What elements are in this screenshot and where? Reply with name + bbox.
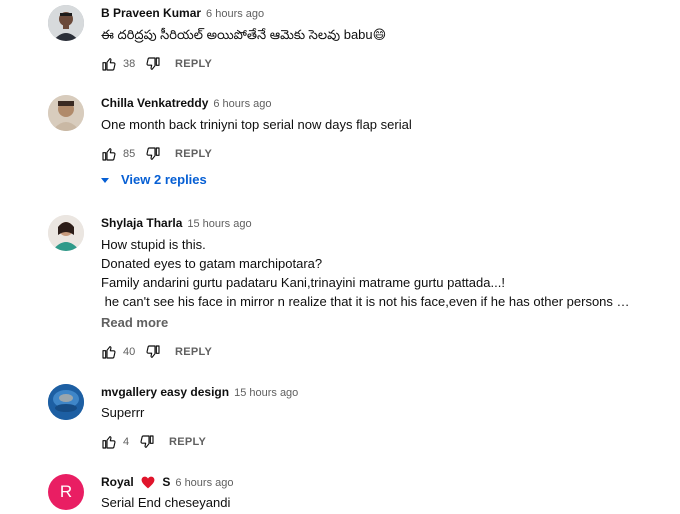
comment-text: Superrr: [101, 405, 145, 420]
dislike-icon[interactable]: [139, 434, 155, 450]
like-icon[interactable]: [101, 434, 117, 450]
avatar-photo-icon: [48, 215, 84, 251]
like-count: 4: [123, 436, 130, 448]
grin-emoji-icon: 😄: [372, 27, 387, 42]
comment-author[interactable]: Shylaja Tharla: [101, 216, 182, 230]
comment-author[interactable]: mvgallery easy design: [101, 385, 229, 399]
comment-time[interactable]: 6 hours ago: [206, 8, 264, 20]
comment-author[interactable]: Chilla Venkatreddy: [101, 96, 208, 110]
avatar[interactable]: R: [48, 474, 84, 510]
author-first-name: Royal: [101, 475, 134, 489]
comment-time[interactable]: 6 hours ago: [213, 98, 271, 110]
comment-time[interactable]: 6 hours ago: [175, 477, 233, 489]
heart-icon: [141, 476, 155, 489]
dislike-icon[interactable]: [145, 56, 161, 72]
caret-down-icon: [101, 177, 109, 183]
like-icon[interactable]: [101, 344, 117, 360]
avatar[interactable]: [48, 215, 84, 251]
like-icon[interactable]: [101, 56, 117, 72]
dislike-icon[interactable]: [145, 344, 161, 360]
comment-author[interactable]: B Praveen Kumar: [101, 6, 201, 20]
avatar-photo-icon: [48, 5, 84, 41]
dislike-icon[interactable]: [145, 146, 161, 162]
reply-button[interactable]: REPLY: [175, 148, 212, 160]
avatar-logo-icon: [48, 384, 84, 420]
comment-text-line: Donated eyes to gatam marchipotara?: [101, 256, 323, 271]
like-count: 40: [123, 346, 136, 358]
comment-text: One month back triniyni top serial now d…: [101, 117, 412, 132]
avatar-letter: R: [59, 482, 73, 501]
comment-text-line: he can't see his face in mirror n realiz…: [101, 294, 630, 309]
like-icon[interactable]: [101, 146, 117, 162]
comment-time[interactable]: 15 hours ago: [187, 218, 251, 230]
reply-button[interactable]: REPLY: [175, 346, 212, 358]
avatar-photo-icon: [48, 95, 84, 131]
comment-author[interactable]: Royal S: [101, 475, 170, 489]
comment-text: Serial End cheseyandi: [101, 495, 231, 510]
comment-text-line: How stupid is this.: [101, 237, 206, 252]
avatar[interactable]: [48, 95, 84, 131]
author-last-name: S: [162, 475, 171, 489]
avatar[interactable]: [48, 384, 84, 420]
comment-text-line: Family andarini gurtu padataru Kani,trin…: [101, 275, 505, 290]
avatar[interactable]: [48, 5, 84, 41]
view-replies-label: View 2 replies: [121, 172, 207, 187]
view-replies-button[interactable]: View 2 replies: [99, 172, 207, 187]
comment-text-body: ఈ దరిద్రపు సీరియల్ అయిపోతేనే ఆమెకు సెలవు…: [101, 27, 373, 42]
read-more-button[interactable]: Read more: [101, 315, 168, 330]
reply-button[interactable]: REPLY: [175, 58, 212, 70]
like-count: 38: [123, 58, 136, 70]
comment-text: ఈ దరిద్రపు సీరియల్ అయిపోతేనే ఆమెకు సెలవు…: [101, 25, 386, 44]
comment-time[interactable]: 15 hours ago: [234, 387, 298, 399]
reply-button[interactable]: REPLY: [169, 436, 206, 448]
like-count: 85: [123, 148, 136, 160]
